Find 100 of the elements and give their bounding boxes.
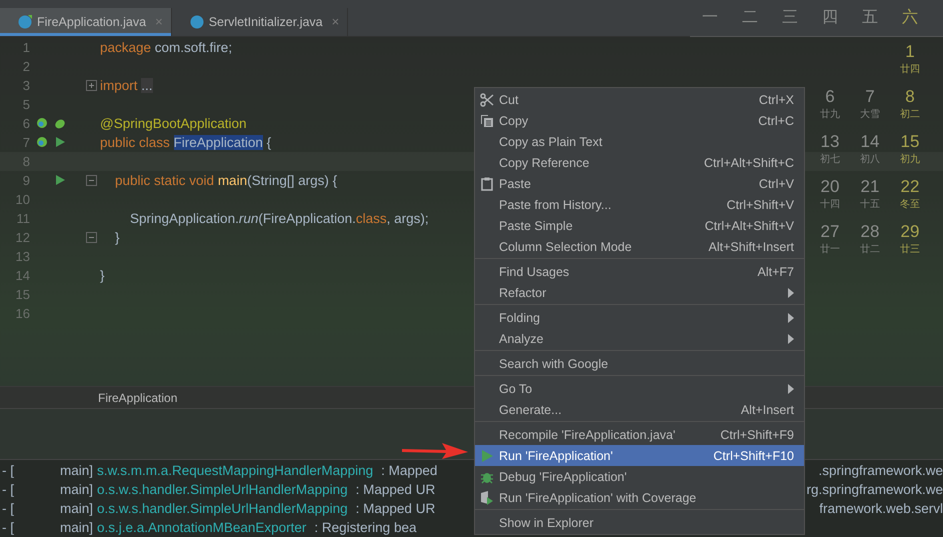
line-number: 15 [14,286,30,302]
log-prefix: - [ [1,482,15,497]
log-logger: s.w.s.m.m.a.RequestMappingHandlerMapping [97,463,374,478]
bean-icon[interactable] [36,117,48,130]
menu-item[interactable]: Paste Ctrl+V [475,173,804,194]
editor-tab[interactable]: ServletInitializer.java × [172,8,348,36]
lunar-date: 十五 [860,198,880,211]
lunar-date: 廿四 [900,62,920,76]
code-line: } [114,230,120,245]
menu-item[interactable]: Recompile 'FireApplication.java' Ctrl+Shift+F9 [475,424,804,445]
log-thread: main] [60,463,94,478]
calendar-day: 1 [905,42,915,62]
log-message: .springframework.we [818,463,943,478]
breadcrumb[interactable]: FireApplication [98,390,178,405]
log-prefix: - [ [1,520,15,535]
log-message: rg.springframework.we [806,482,943,497]
bean-icon[interactable] [36,136,48,148]
code-line: } [100,268,105,283]
lunar-date: 初二 [900,108,920,121]
log-prefix: - [ [1,501,15,516]
run-icon[interactable] [54,174,66,186]
line-number: 11 [16,210,30,226]
calendar-day: 28 [860,222,880,242]
calendar-day: 20 [820,178,840,197]
log-logger: o.s.w.s.handler.SimpleUrlHandlerMapping [97,501,348,516]
calendar-day: 15 [900,132,920,152]
line-number: 13 [14,248,30,264]
lunar-date: 初九 [900,152,920,166]
menu-item[interactable]: Search with Google [475,353,804,374]
calendar-day: 22 [900,178,920,197]
menu-item[interactable]: Run 'FireApplication' with Coverage [475,487,804,508]
leaf-icon[interactable] [54,117,66,130]
code-line: public static void main(String[] args) { [114,172,338,188]
line-number: 9 [22,172,30,188]
log-message: framework.web.servl [819,501,943,516]
log-message: : Registering bea [314,520,416,535]
menu-item[interactable]: Show in Explorer [475,512,804,533]
line-number: 2 [22,58,30,74]
menu-item[interactable]: Refactor [475,282,804,303]
menu-item[interactable]: Run 'FireApplication' Ctrl+Shift+F10 [475,445,804,466]
lunar-date: 廿二 [860,242,880,256]
menu-item[interactable]: Copy Ctrl+C [475,110,804,131]
menu-item[interactable]: Debug 'FireApplication' [475,466,804,487]
log-thread: main] [60,520,94,535]
line-number: 1 [22,40,30,55]
line-number: 6 [22,116,30,131]
log-message: : Mapped [381,463,438,478]
log-prefix: - [ [1,463,15,478]
menu-item[interactable]: Cut Ctrl+X [475,89,804,110]
run-icon [480,448,494,462]
menu-item[interactable]: Go To [475,378,804,399]
lunar-date: 廿一 [820,242,840,256]
calendar-day: 7 [865,88,875,107]
line-number: 5 [22,96,30,112]
code-line: SpringApplication.run(FireApplication.class, args); [129,210,429,226]
line-number: 10 [14,192,30,207]
menu-item[interactable]: Analyze [475,328,804,349]
code-line: package com.soft.fire; [100,40,232,55]
menu-item[interactable]: Generate... Alt+Insert [475,399,804,420]
menu-item[interactable]: Folding [475,307,804,328]
lunar-date: 大雪 [860,108,880,121]
line-number: 7 [22,134,30,150]
run-icon[interactable] [54,136,66,148]
calendar-day: 14 [860,132,880,152]
menu-item[interactable]: Find Usages Alt+F7 [475,261,804,282]
menu-item[interactable]: Copy Reference Ctrl+Alt+Shift+C [475,152,804,173]
menu-item[interactable]: Paste from History... Ctrl+Shift+V [475,194,804,215]
menu-item[interactable]: Paste Simple Ctrl+Alt+Shift+V [475,215,804,236]
log-logger: o.s.w.s.handler.SimpleUrlHandlerMapping [97,482,348,497]
clipboard-icon [480,176,494,190]
log-message: : Mapped UR [356,501,436,516]
weekday-label: 二 [741,8,759,28]
line-number: 8 [22,154,30,169]
calendar-day: 8 [905,88,915,107]
weekday-label: 一 [701,8,719,28]
log-logger: o.s.j.e.a.AnnotationMBeanExporter [97,520,306,535]
calendar-day: 21 [860,178,880,197]
class-icon [18,14,32,29]
log-thread: main] [60,501,94,516]
weekday-label: 四 [821,8,839,28]
scissors-icon [480,92,494,106]
line-number: 14 [14,268,30,283]
coverage-icon [480,490,494,504]
menu-item[interactable]: Copy as Plain Text [475,131,804,152]
lunar-date: 廿九 [820,108,840,121]
calendar-day: 13 [820,132,840,152]
calendar-day: 27 [820,222,840,242]
collapse-icon[interactable] [86,174,96,186]
code-line: public class FireApplication { [100,134,272,150]
lunar-date: 廿三 [900,242,920,256]
line-number: 12 [14,230,30,245]
collapse-icon[interactable] [86,232,96,243]
code-line: import ... [100,78,153,93]
weekday-label: 三 [781,8,799,28]
menu-item[interactable]: Column Selection Mode Alt+Shift+Insert [475,236,804,257]
arrow-annotation [402,441,468,461]
class-icon [190,14,204,29]
log-thread: main] [60,482,94,497]
expand-icon[interactable] [86,80,96,91]
editor-tab[interactable]: FireApplication.java × [0,8,172,36]
